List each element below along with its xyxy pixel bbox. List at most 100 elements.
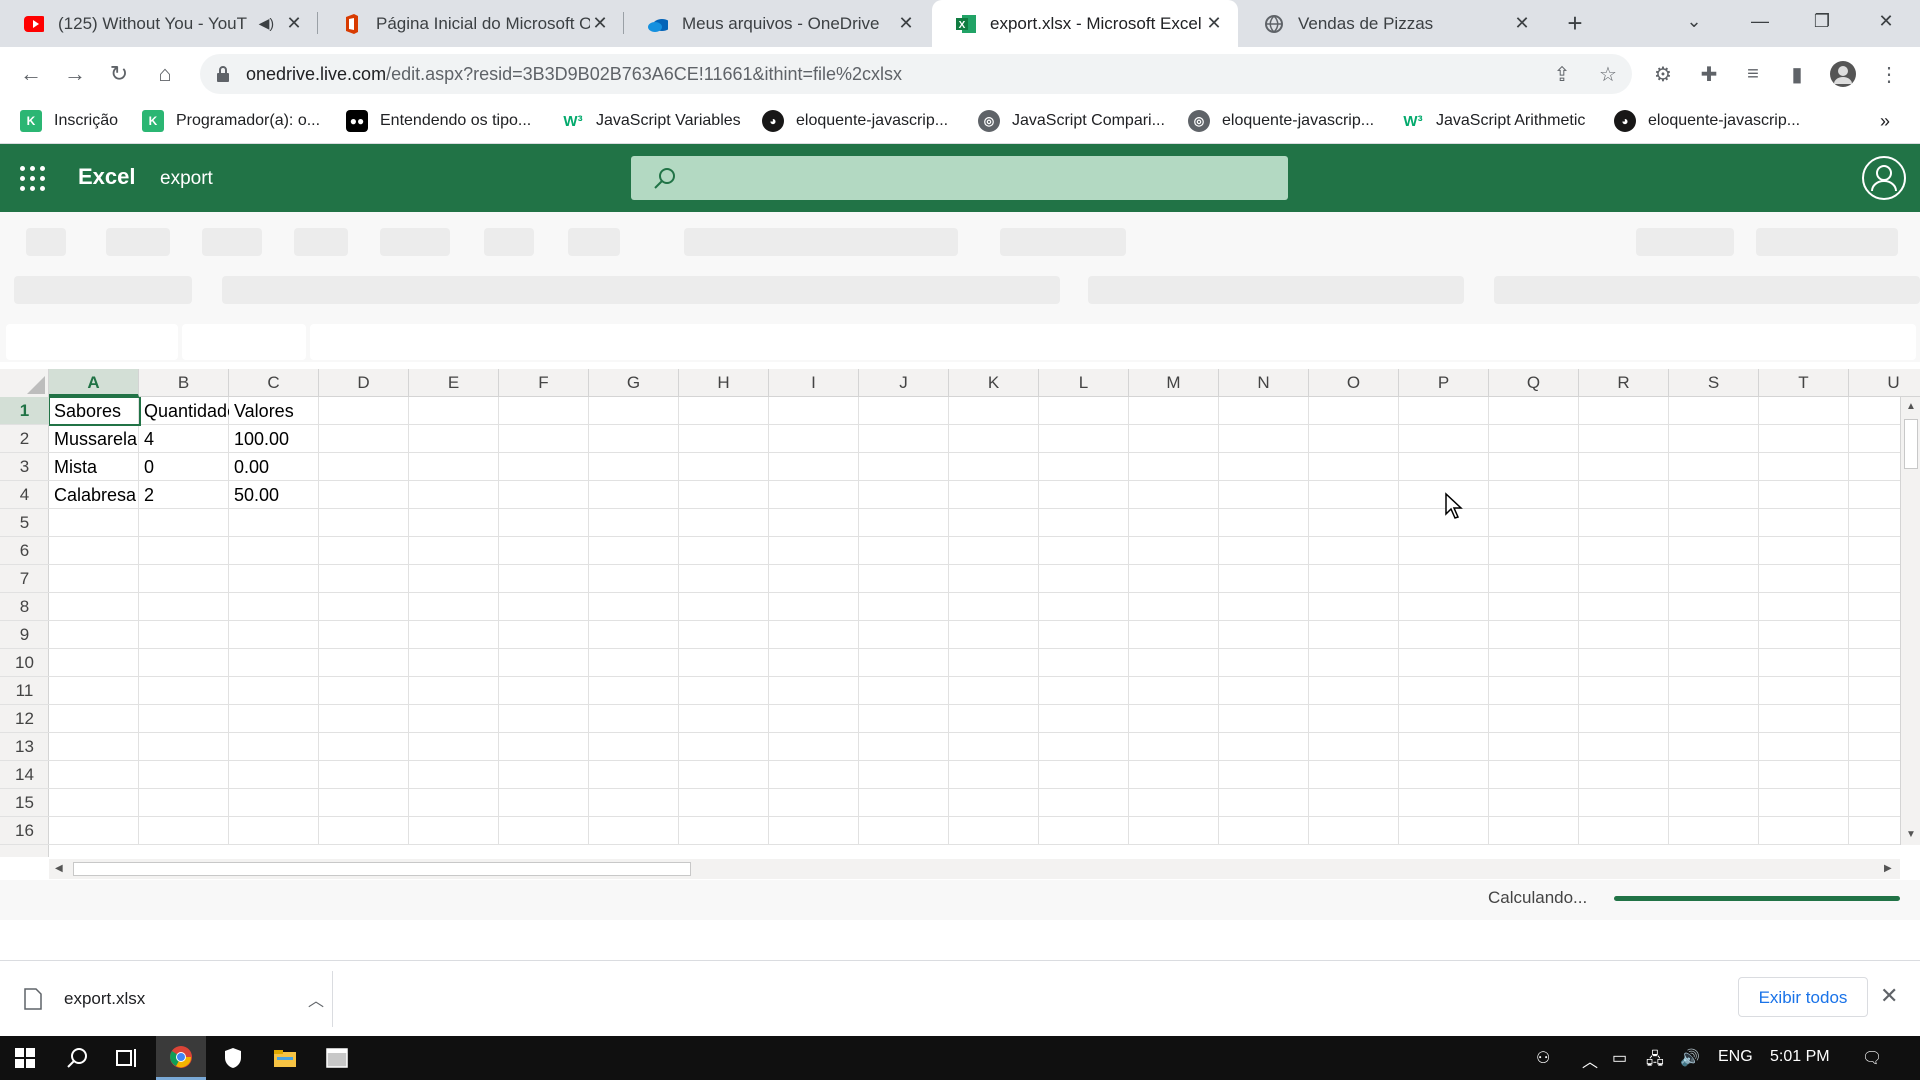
scroll-up-icon[interactable]: ▲ xyxy=(1906,401,1916,412)
scroll-right-icon[interactable]: ▶ xyxy=(1884,863,1892,874)
column-header[interactable]: B xyxy=(139,369,229,397)
column-header[interactable]: I xyxy=(769,369,859,397)
cell-area[interactable]: Sabores Quantidade Valores Mussarela 4 100.00… xyxy=(49,397,1904,845)
restore-button[interactable]: ❐ xyxy=(1802,6,1842,36)
row-header[interactable]: 7 xyxy=(0,565,49,593)
column-header[interactable]: L xyxy=(1039,369,1129,397)
column-header[interactable]: M xyxy=(1129,369,1219,397)
column-header[interactable]: N xyxy=(1219,369,1309,397)
column-header[interactable]: E xyxy=(409,369,499,397)
cell[interactable]: 4 xyxy=(139,425,229,453)
row-header[interactable]: 8 xyxy=(0,593,49,621)
app-name[interactable]: Excel xyxy=(78,164,136,190)
column-header[interactable]: G xyxy=(589,369,679,397)
row-header[interactable]: 4 xyxy=(0,481,49,509)
row-header[interactable]: 3 xyxy=(0,453,49,481)
bookmark-star-icon[interactable]: ☆ xyxy=(1593,59,1623,89)
column-header[interactable]: R xyxy=(1579,369,1669,397)
vertical-scroll-thumb[interactable] xyxy=(1904,419,1918,469)
media-control-icon[interactable]: ≡ xyxy=(1738,59,1768,89)
scroll-down-icon[interactable]: ▼ xyxy=(1906,829,1916,840)
column-header[interactable]: Q xyxy=(1489,369,1579,397)
extension-icon[interactable]: ⚙ xyxy=(1648,59,1678,89)
scroll-left-icon[interactable]: ◀ xyxy=(55,863,63,874)
tab-vendas[interactable]: Vendas de Pizzas ✕ xyxy=(1240,0,1546,47)
cell[interactable]: Quantidade xyxy=(139,397,229,425)
cell[interactable]: 100.00 xyxy=(229,425,319,453)
row-header[interactable]: 13 xyxy=(0,733,49,761)
close-icon[interactable]: ✕ xyxy=(1204,13,1224,34)
forward-button[interactable]: → xyxy=(60,59,90,89)
cell[interactable]: Sabores xyxy=(49,397,139,425)
row-header[interactable]: 16 xyxy=(0,817,49,845)
row-header[interactable]: 6 xyxy=(0,537,49,565)
home-button[interactable]: ⌂ xyxy=(150,59,180,89)
speaker-icon[interactable]: ◀) xyxy=(259,15,274,32)
select-all-button[interactable] xyxy=(0,369,49,397)
cell[interactable]: 2 xyxy=(139,481,229,509)
column-header[interactable]: J xyxy=(859,369,949,397)
bookmark-item[interactable]: ◕ eloquente-javascrip... xyxy=(1614,107,1800,135)
profile-avatar[interactable] xyxy=(1828,59,1858,89)
task-view-icon[interactable] xyxy=(102,1036,152,1080)
address-bar[interactable]: onedrive.live.com/edit.aspx?resid=3B3D9B… xyxy=(200,54,1632,94)
clock[interactable]: 5:01 PM xyxy=(1770,1048,1830,1066)
share-icon[interactable]: ⇪ xyxy=(1547,59,1577,89)
bookmark-item[interactable]: K Inscrição xyxy=(20,107,118,135)
volume-icon[interactable]: 🔊 xyxy=(1680,1048,1700,1068)
column-header[interactable]: F xyxy=(499,369,589,397)
row-header[interactable]: 9 xyxy=(0,621,49,649)
download-item[interactable]: export.xlsx ︿ xyxy=(24,979,324,1019)
row-header[interactable]: 14 xyxy=(0,761,49,789)
tab-search-button[interactable]: ⌄ xyxy=(1674,6,1714,36)
tab-excel[interactable]: X export.xlsx - Microsoft Excel ✕ xyxy=(932,0,1238,47)
column-header[interactable]: P xyxy=(1399,369,1489,397)
notifications-icon[interactable]: 🗨 xyxy=(1862,1048,1882,1068)
close-icon[interactable]: ✕ xyxy=(1880,983,1898,1009)
row-header[interactable]: 10 xyxy=(0,649,49,677)
tab-office[interactable]: Página Inicial do Microsoft O ✕ xyxy=(318,0,624,47)
cell[interactable]: Calabresa xyxy=(49,481,139,509)
row-header[interactable]: 15 xyxy=(0,789,49,817)
column-header[interactable]: T xyxy=(1759,369,1849,397)
cell[interactable]: Mussarela xyxy=(49,425,139,453)
column-header[interactable]: S xyxy=(1669,369,1759,397)
search-icon[interactable] xyxy=(52,1036,102,1080)
vertical-scrollbar[interactable]: ▲ ▼ xyxy=(1900,397,1920,845)
column-header[interactable]: U xyxy=(1849,369,1920,397)
bookmark-item[interactable]: ◎ eloquente-javascrip... xyxy=(1188,107,1374,135)
row-header[interactable]: 11 xyxy=(0,677,49,705)
reload-button[interactable]: ↻ xyxy=(104,59,134,89)
battery-icon[interactable]: ▭ xyxy=(1612,1048,1627,1068)
bookmark-item[interactable]: ●● Entendendo os tipo... xyxy=(346,107,531,135)
row-header[interactable]: 5 xyxy=(0,509,49,537)
chevron-up-icon[interactable]: ︿ xyxy=(308,987,324,1011)
cell[interactable]: Mista xyxy=(49,453,139,481)
window-close-button[interactable]: ✕ xyxy=(1866,6,1906,36)
close-icon[interactable]: ✕ xyxy=(1512,13,1532,34)
cell[interactable]: 0.00 xyxy=(229,453,319,481)
row-header[interactable]: 1 xyxy=(0,397,49,425)
column-header[interactable]: K xyxy=(949,369,1039,397)
bookmark-item[interactable]: W³ JavaScript Arithmetic xyxy=(1402,107,1585,135)
bookmarks-overflow-button[interactable]: » xyxy=(1880,107,1890,135)
chrome-icon[interactable] xyxy=(156,1036,206,1080)
tab-youtube[interactable]: (125) Without You - YouT ◀) ✕ xyxy=(0,0,318,47)
people-icon[interactable]: ⚇ xyxy=(1536,1048,1550,1068)
menu-icon[interactable]: ⋮ xyxy=(1874,59,1904,89)
file-explorer-icon[interactable] xyxy=(260,1036,310,1080)
security-shield-icon[interactable] xyxy=(208,1036,258,1080)
close-icon[interactable]: ✕ xyxy=(896,13,916,34)
back-button[interactable]: ← xyxy=(16,59,46,89)
app-window-icon[interactable] xyxy=(312,1036,362,1080)
document-name[interactable]: export xyxy=(160,168,213,190)
search-input[interactable] xyxy=(631,156,1288,200)
bookmark-item[interactable]: ◕ eloquente-javascrip... xyxy=(762,107,948,135)
bookmark-item[interactable]: W³ JavaScript Variables xyxy=(562,107,740,135)
account-icon[interactable] xyxy=(1862,156,1906,200)
close-icon[interactable]: ✕ xyxy=(590,13,610,34)
tab-onedrive[interactable]: Meus arquivos - OneDrive ✕ xyxy=(624,0,930,47)
column-header[interactable]: A xyxy=(49,369,139,397)
cell[interactable]: Valores xyxy=(229,397,319,425)
show-all-downloads-button[interactable]: Exibir todos xyxy=(1738,977,1868,1017)
